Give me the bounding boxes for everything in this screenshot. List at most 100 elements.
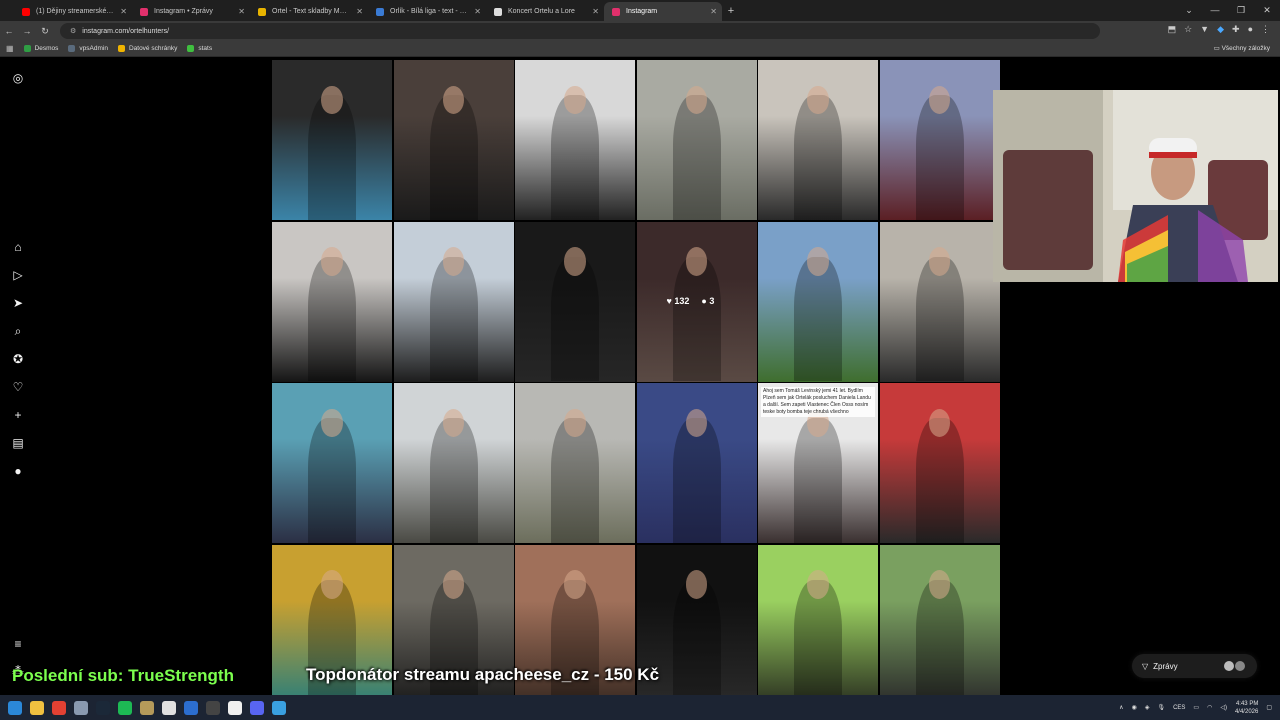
close-icon[interactable]: ✕: [592, 2, 599, 21]
network-tray-icon[interactable]: ◈: [1145, 704, 1150, 711]
close-icon[interactable]: ✕: [120, 2, 127, 21]
close-icon[interactable]: ✕: [474, 2, 481, 21]
windows-icon[interactable]: [8, 700, 22, 715]
avatar: [1224, 661, 1234, 671]
menu-icon[interactable]: ⋮: [1261, 24, 1270, 35]
post-thumbnail[interactable]: [879, 383, 1000, 543]
volume-icon[interactable]: ◁): [1220, 704, 1227, 711]
close-icon[interactable]: ✕: [710, 2, 717, 21]
reload-icon[interactable]: ↻: [36, 26, 54, 37]
terminal-icon[interactable]: [206, 700, 220, 715]
browser-tab[interactable]: Orlík - Bílá liga - text - Karaoke ✕: [368, 2, 486, 21]
close-icon[interactable]: ✕: [238, 2, 245, 21]
search-icon[interactable]: ⌕: [10, 323, 26, 339]
shield-icon[interactable]: [74, 700, 88, 715]
notifications-icon[interactable]: ▢: [1266, 704, 1272, 711]
star-icon[interactable]: ☆: [1184, 24, 1192, 35]
send-icon[interactable]: ➤: [10, 295, 26, 311]
hamburger-menu-icon[interactable]: ≡: [10, 636, 26, 652]
explore-icon[interactable]: ✪: [10, 351, 26, 367]
tab-search-icon[interactable]: [0, 2, 14, 21]
wifi-icon[interactable]: ◠: [1207, 704, 1212, 711]
post-thumbnail[interactable]: [758, 60, 878, 220]
forward-icon[interactable]: →: [18, 26, 36, 36]
bookmark-item[interactable]: vpsAdmin: [68, 45, 108, 52]
browser-tab[interactable]: Ortel - Text skladby Mešita z alb ✕: [250, 2, 368, 21]
bird-icon[interactable]: [184, 700, 198, 715]
install-icon[interactable]: ⬒: [1168, 24, 1177, 35]
post-thumbnail[interactable]: [636, 383, 757, 543]
chevron-down-icon[interactable]: ⌄: [1176, 0, 1202, 21]
display-icon[interactable]: ▭: [1193, 704, 1199, 711]
browser-tab[interactable]: (1) Dějiny streamerského národa ✕: [14, 2, 132, 21]
post-thumbnail[interactable]: [879, 60, 1000, 220]
browser-tab[interactable]: Instagram ✕: [604, 2, 722, 21]
tab-label: Instagram • Zprávy: [154, 8, 213, 15]
new-tab-button[interactable]: +: [722, 2, 740, 21]
all-bookmarks[interactable]: ▭ Všechny záložky: [1214, 44, 1270, 52]
post-thumbnail[interactable]: [636, 60, 757, 220]
post-thumbnail[interactable]: [515, 221, 635, 382]
restore-icon[interactable]: ❐: [1228, 0, 1254, 21]
post-thumbnail[interactable]: [393, 60, 514, 220]
post-thumbnail[interactable]: [879, 221, 1000, 382]
post-thumbnail[interactable]: [758, 544, 878, 698]
apps-grid-icon[interactable]: ▦: [6, 44, 14, 53]
heart-icon[interactable]: ♡: [10, 379, 26, 395]
close-icon[interactable]: ✕: [356, 2, 363, 21]
discord-icon[interactable]: [250, 700, 264, 715]
minimize-icon[interactable]: —: [1202, 0, 1228, 21]
chrome-icon[interactable]: [52, 700, 66, 715]
create-icon[interactable]: +: [10, 407, 26, 423]
steam-tray-icon[interactable]: ◉: [1132, 704, 1137, 711]
spotify-icon[interactable]: [118, 700, 132, 715]
github-icon[interactable]: [228, 700, 242, 715]
post-image-face: [807, 247, 829, 276]
post-image-face: [928, 247, 951, 276]
browser-tab[interactable]: Koncert Ortelu a Lore ✕: [486, 2, 604, 21]
post-thumbnail[interactable]: [272, 60, 392, 220]
dashboard-icon[interactable]: ▤: [10, 435, 26, 451]
notepad-icon[interactable]: [272, 700, 286, 715]
browser-tab[interactable]: Instagram • Zprávy ✕: [132, 2, 250, 21]
close-icon[interactable]: ✕: [1254, 0, 1280, 21]
site-info-icon[interactable]: ⚙: [70, 27, 76, 35]
bookmark-label: stats: [198, 45, 213, 52]
mic-icon[interactable]: 🎙: [1157, 704, 1165, 711]
folder-icon[interactable]: [30, 700, 44, 715]
bookmark-item[interactable]: Desmos: [23, 45, 58, 52]
post-thumbnail[interactable]: ♥ 132 ● 3: [636, 221, 757, 382]
post-thumbnail[interactable]: [272, 221, 392, 382]
puzzle-icon[interactable]: ✚: [1232, 24, 1240, 35]
bookmark-item[interactable]: Datové schránky: [117, 45, 177, 52]
post-thumbnail[interactable]: [393, 383, 514, 543]
language-indicator[interactable]: CES: [1173, 705, 1185, 711]
avatar: [1235, 661, 1245, 671]
post-thumbnail[interactable]: [393, 221, 514, 382]
url-bar[interactable]: ⚙ instagram.com/ortelhunters/: [60, 23, 1100, 39]
send-icon: ▽: [1142, 661, 1149, 671]
post-thumbnail[interactable]: [758, 221, 878, 382]
bookmark-item[interactable]: stats: [187, 45, 212, 52]
extension-blue-icon[interactable]: ◆: [1217, 24, 1224, 35]
post-thumbnail[interactable]: Ahoj sem Tomáš Levinský jemi 41 let. Byd…: [758, 383, 878, 543]
archive-icon[interactable]: [140, 700, 154, 715]
extension-v-icon[interactable]: ▼: [1200, 24, 1209, 35]
steam-icon[interactable]: [96, 700, 110, 715]
clock[interactable]: 4:43 PM 4/4/2026: [1235, 700, 1258, 716]
messages-button[interactable]: ▽ Zprávy: [1132, 654, 1257, 678]
home-icon[interactable]: ⌂: [10, 239, 26, 255]
post-thumbnail[interactable]: [515, 60, 635, 220]
post-image-face: [321, 408, 343, 438]
post-thumbnail[interactable]: [515, 383, 635, 543]
tray-chevron-icon[interactable]: ∧: [1119, 704, 1123, 711]
back-icon[interactable]: ←: [0, 26, 18, 36]
url-text: instagram.com/ortelhunters/: [82, 27, 170, 35]
avatar[interactable]: ●: [10, 463, 26, 479]
post-thumbnail[interactable]: [879, 544, 1000, 698]
ccleaner-icon[interactable]: [162, 700, 176, 715]
instagram-logo-icon[interactable]: ◎: [10, 70, 26, 86]
post-thumbnail[interactable]: [272, 383, 392, 543]
profile-icon[interactable]: ●: [1248, 24, 1253, 35]
reels-icon[interactable]: ▷: [10, 267, 26, 283]
